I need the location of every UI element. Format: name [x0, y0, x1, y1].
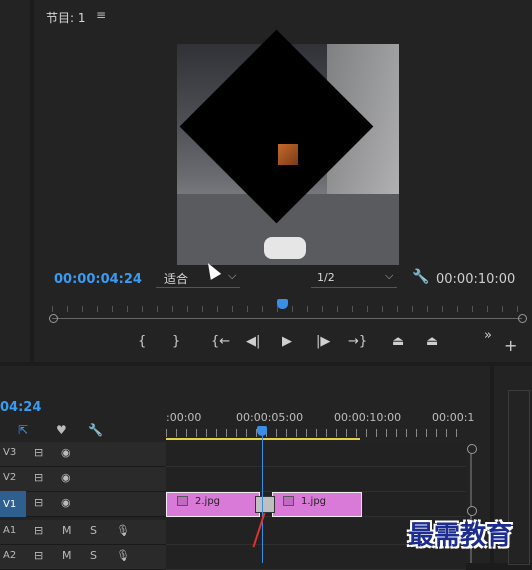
track-name: V1	[3, 499, 17, 510]
mute-button[interactable]: M	[62, 524, 72, 537]
track-area-v3[interactable]	[166, 442, 466, 467]
mic-icon[interactable]: 🎙	[116, 524, 130, 537]
track-header-a2[interactable]: A2 ⊟ M S 🎙	[0, 545, 166, 570]
track-header-a1[interactable]: A1 ⊟ M S 🎙	[0, 520, 166, 545]
wrench-icon[interactable]: 🔧	[412, 269, 429, 285]
program-monitor: 节目: 1 ≡ 00:00:04:24 适合 ⌵ 1/2 ⌵ 🔧 00:00:1…	[34, 0, 532, 362]
clip-2-jpg[interactable]: 2.jpg	[166, 492, 260, 517]
timeline-timecode[interactable]: 04:24	[0, 400, 41, 415]
track-header-v1[interactable]: ⊟ ◉	[26, 492, 166, 517]
fit-select[interactable]: 适合 ⌵	[156, 268, 240, 288]
clip-1-jpg[interactable]: 1.jpg	[272, 492, 362, 517]
marker-icon[interactable]: ♥	[56, 423, 67, 437]
eye-icon[interactable]: ◉	[61, 446, 71, 459]
zoom-handle-right[interactable]	[518, 314, 527, 323]
track-area-v2[interactable]	[166, 467, 466, 492]
mark-out-button[interactable]: }	[172, 334, 180, 349]
timeline-playhead-line	[262, 436, 263, 563]
scrub-bar[interactable]	[52, 318, 522, 319]
fx-badge-icon	[177, 496, 188, 506]
incoming-clip-thumbnail	[278, 144, 298, 165]
solo-button[interactable]: S	[90, 549, 97, 562]
sync-lock-icon[interactable]: ⊟	[34, 549, 43, 562]
clip-label: 1.jpg	[301, 496, 327, 507]
sync-lock-icon[interactable]: ⊟	[34, 524, 43, 537]
playhead-marker[interactable]	[277, 299, 288, 309]
go-to-in-button[interactable]: {←	[211, 334, 230, 349]
resolution-label: 1/2	[317, 271, 335, 284]
chevron-down-icon: ⌵	[385, 269, 394, 282]
extract-button[interactable]: ⏏	[426, 334, 438, 349]
more-controls-button[interactable]: »	[484, 328, 492, 343]
sync-lock-icon[interactable]: ⊟	[34, 496, 43, 509]
resolution-select[interactable]: 1/2 ⌵	[311, 268, 397, 288]
track-header-v2[interactable]: V2 ⊟ ◉	[0, 467, 166, 492]
snap-icon[interactable]: ⇱	[18, 423, 28, 437]
mute-button[interactable]: M	[62, 549, 72, 562]
ruler-label: :00:00	[166, 411, 202, 424]
track-name: A2	[3, 550, 17, 561]
ruler-label: 00:00:05:00	[236, 411, 304, 424]
ruler-ticks	[166, 429, 466, 437]
track-name: V2	[3, 472, 17, 483]
fx-badge-icon	[283, 496, 294, 506]
step-back-button[interactable]: ◀|	[246, 334, 260, 349]
mark-in-button[interactable]: {	[138, 334, 146, 349]
eye-icon[interactable]: ◉	[61, 471, 71, 484]
scroll-handle-top[interactable]	[467, 444, 477, 454]
track-name: A1	[3, 525, 17, 536]
clip-label: 2.jpg	[195, 496, 221, 507]
playhead-timecode[interactable]: 00:00:04:24	[54, 272, 142, 287]
ruler-label: 00:00:1	[432, 411, 475, 424]
play-button[interactable]: ▶	[282, 334, 292, 349]
fit-label: 适合	[164, 272, 189, 286]
solo-button[interactable]: S	[90, 524, 97, 537]
monitor-title[interactable]: 节目: 1	[46, 9, 86, 26]
add-button[interactable]: +	[504, 336, 517, 355]
sync-lock-icon[interactable]: ⊟	[34, 446, 43, 459]
lift-button[interactable]: ⏏	[392, 334, 404, 349]
left-panel	[0, 0, 30, 362]
transition-block[interactable]	[255, 496, 275, 513]
track-name: V3	[3, 447, 17, 458]
sync-lock-icon[interactable]: ⊟	[34, 471, 43, 484]
eye-icon[interactable]: ◉	[61, 496, 71, 509]
ruler-label: 00:00:10:00	[334, 411, 402, 424]
preview-shoe	[264, 237, 306, 259]
go-to-out-button[interactable]: →}	[348, 334, 367, 349]
timeline-playhead-marker[interactable]	[257, 426, 267, 436]
watermark-logo: 最需教育	[408, 521, 513, 551]
duration-timecode: 00:00:10:00	[436, 272, 516, 287]
chevron-down-icon: ⌵	[228, 269, 237, 282]
panel-menu-icon[interactable]: ≡	[96, 8, 106, 22]
wrench-icon[interactable]: 🔧	[88, 423, 103, 437]
step-forward-button[interactable]: |▶	[316, 334, 330, 349]
mic-icon[interactable]: 🎙	[116, 549, 130, 562]
zoom-handle-left[interactable]	[49, 314, 58, 323]
track-header-v3[interactable]: V3 ⊟ ◉	[0, 442, 166, 467]
work-area-bar[interactable]	[166, 438, 360, 440]
